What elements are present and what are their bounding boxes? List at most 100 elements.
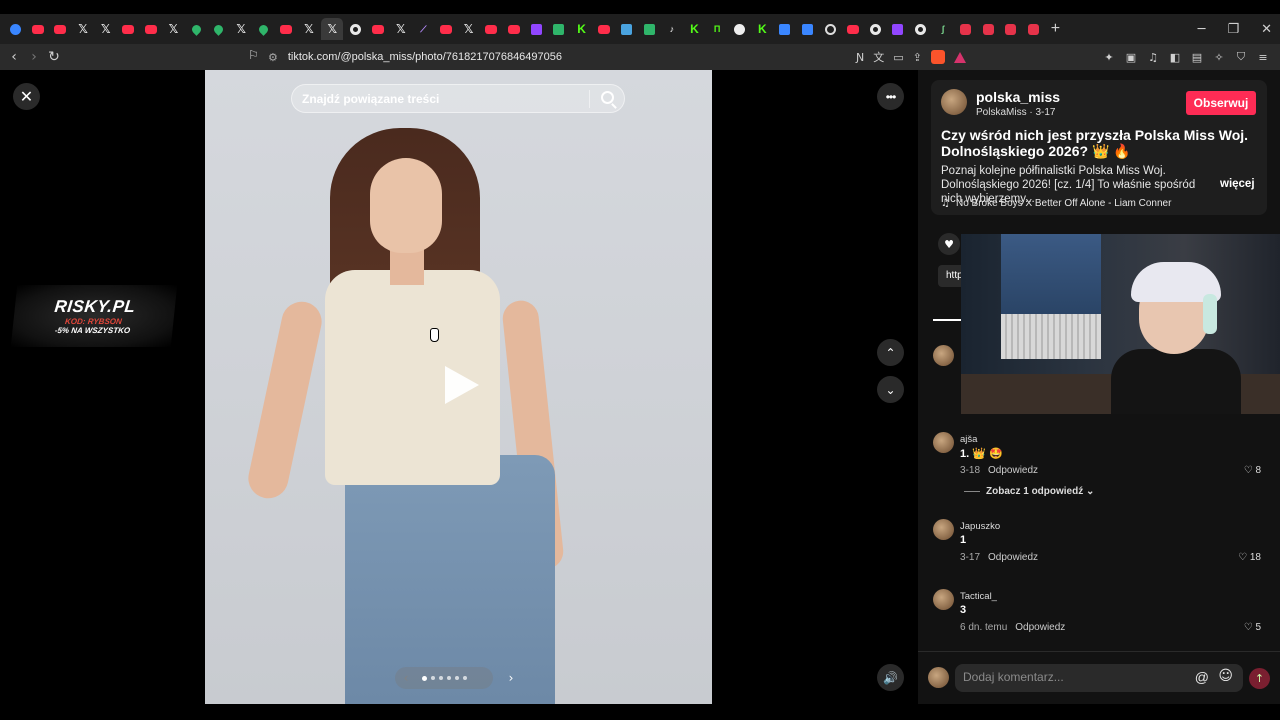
browser-tab-yt[interactable] <box>275 18 298 40</box>
browser-tab-x[interactable]: 𝕏 <box>298 18 321 40</box>
slide-dot[interactable] <box>421 675 427 681</box>
author-avatar[interactable] <box>941 89 967 115</box>
comment-like-button[interactable]: ♡ 5 <box>1244 622 1261 633</box>
browser-tab-x[interactable]: 𝕏 <box>72 18 95 40</box>
browser-tab-yt[interactable] <box>480 18 503 40</box>
browser-tab-circ[interactable] <box>819 18 842 40</box>
comment-like-button[interactable]: ♡ 8 <box>1244 465 1261 476</box>
like-button[interactable]: ♥ <box>938 233 960 255</box>
view-replies-button[interactable]: Zobacz 1 odpowiedź ⌄ <box>964 486 1094 497</box>
share-icon[interactable]: ⇪ <box>913 51 922 64</box>
restore-icon[interactable]: ❐ <box>1227 22 1239 37</box>
reply-link[interactable]: Odpowiedz <box>988 465 1038 476</box>
send-comment-button[interactable]: ↑ <box>1249 668 1270 689</box>
next-slide-button[interactable]: › <box>500 667 522 689</box>
vpn-icon[interactable]: ⛉ <box>1234 50 1248 64</box>
browser-tab-chart[interactable] <box>615 18 638 40</box>
browser-tab-tw[interactable] <box>887 18 910 40</box>
brave-shields-icon[interactable] <box>930 50 945 64</box>
browser-tab-pin[interactable] <box>185 18 208 40</box>
browser-tab-yt[interactable] <box>593 18 616 40</box>
browser-tab-yt[interactable] <box>367 18 390 40</box>
browser-tab-yt[interactable] <box>841 18 864 40</box>
browser-tab-pin[interactable] <box>207 18 230 40</box>
new-tab-button[interactable]: + <box>1051 20 1060 38</box>
back-icon[interactable]: ‹ <box>4 49 24 65</box>
browser-tab-tt[interactable]: Π <box>706 18 729 40</box>
play-icon[interactable] <box>445 366 479 404</box>
comment-avatar[interactable] <box>933 345 954 366</box>
comment-like-button[interactable]: ♡ 18 <box>1238 552 1261 563</box>
browser-tab-feather[interactable]: ⟋ <box>412 18 435 40</box>
related-search-input[interactable]: Znajdź powiązane treści <box>291 84 625 113</box>
browser-tab-yt[interactable] <box>117 18 140 40</box>
browser-tab-yt[interactable] <box>140 18 163 40</box>
browser-tab-kick[interactable]: K <box>683 18 706 40</box>
browser-tab-kick[interactable]: K <box>751 18 774 40</box>
comment-username[interactable]: Japuszko <box>960 521 1000 532</box>
slide-dot[interactable] <box>446 676 451 680</box>
comment-username[interactable]: ajša <box>960 434 977 445</box>
sidebar-icon[interactable]: ◧ <box>1168 51 1182 64</box>
browser-tab-rec[interactable] <box>728 18 751 40</box>
cast-icon[interactable]: ▭ <box>893 51 903 64</box>
browser-tab-red[interactable] <box>954 18 977 40</box>
leo-icon[interactable]: ✧ <box>1212 51 1226 64</box>
reply-link[interactable]: Odpowiedz <box>988 552 1038 563</box>
site-info-icon[interactable]: ⚙ <box>268 51 278 64</box>
show-more-link[interactable]: więcej <box>1220 178 1255 190</box>
browser-tab-red[interactable] <box>977 18 1000 40</box>
next-post-button[interactable]: ⌄ <box>877 376 904 403</box>
browser-tab-pin[interactable] <box>253 18 276 40</box>
browser-tab-g[interactable] <box>864 18 887 40</box>
author-username[interactable]: polska_miss <box>976 89 1060 105</box>
browser-tab-cal[interactable] <box>548 18 571 40</box>
slide-dot[interactable] <box>438 676 443 680</box>
menu-icon[interactable]: ≡ <box>1256 51 1270 64</box>
more-options-button[interactable]: ••• <box>877 83 904 110</box>
wallet-icon[interactable]: ▤ <box>1190 51 1204 64</box>
comment-username[interactable]: Tactical_ <box>960 591 997 602</box>
media-icon[interactable]: ♫ <box>1146 51 1160 64</box>
slide-dot[interactable] <box>454 676 459 680</box>
close-window-icon[interactable]: ✕ <box>1261 22 1272 37</box>
comment-avatar[interactable] <box>933 432 954 453</box>
browser-tab-g[interactable] <box>909 18 932 40</box>
browser-tab-tw[interactable] <box>525 18 548 40</box>
slide-dot[interactable] <box>430 676 435 680</box>
minimize-icon[interactable]: ─ <box>1198 22 1206 37</box>
brave-rewards-icon[interactable] <box>953 51 966 63</box>
browser-tab-puzzle[interactable] <box>1000 18 1023 40</box>
reader-icon[interactable]: Ɲ <box>856 51 864 64</box>
volume-button[interactable]: 🔊 <box>877 664 904 691</box>
forward-icon[interactable]: › <box>24 49 44 65</box>
previous-post-button[interactable]: ⌃ <box>877 339 904 366</box>
comment-input[interactable]: Dodaj komentarz... @ ☺ <box>955 664 1243 692</box>
browser-tab-x[interactable]: 𝕏 <box>457 18 480 40</box>
browser-tab-red[interactable] <box>1022 18 1045 40</box>
reply-link[interactable]: Odpowiedz <box>1015 622 1065 633</box>
extensions-icon[interactable]: ✦ <box>1102 51 1116 64</box>
browser-tab-x[interactable]: 𝕏 <box>162 18 185 40</box>
browser-tab-yt[interactable] <box>27 18 50 40</box>
browser-tab-yt[interactable] <box>435 18 458 40</box>
browser-tab-leaf[interactable]: ʃ <box>932 18 955 40</box>
reload-icon[interactable]: ↻ <box>44 49 64 65</box>
browser-tab-yt[interactable] <box>49 18 72 40</box>
browser-tab-tiktok[interactable]: ♪ <box>661 18 684 40</box>
bookmark-icon[interactable]: ⚐ <box>248 48 259 62</box>
mention-icon[interactable]: @ <box>1195 669 1209 685</box>
music-track[interactable]: ♫ No Broke Boys X Better Off Alone - Liam… <box>941 198 1171 209</box>
comment-avatar[interactable] <box>933 589 954 610</box>
browser-tab-yt[interactable] <box>502 18 525 40</box>
browser-tab-cal[interactable] <box>638 18 661 40</box>
close-viewer-button[interactable]: ✕ <box>13 83 40 110</box>
slide-dot[interactable] <box>462 676 467 680</box>
comment-avatar[interactable] <box>933 519 954 540</box>
browser-tab-x[interactable]: 𝕏 <box>390 18 413 40</box>
post-photo[interactable]: Znajdź powiązane treści ‹ › <box>205 70 712 704</box>
emoji-icon[interactable]: ☺ <box>1218 668 1233 684</box>
browser-tab-x[interactable]: 𝕏 <box>230 18 253 40</box>
search-icon[interactable] <box>601 91 614 104</box>
browser-tab-edge[interactable] <box>4 18 27 40</box>
